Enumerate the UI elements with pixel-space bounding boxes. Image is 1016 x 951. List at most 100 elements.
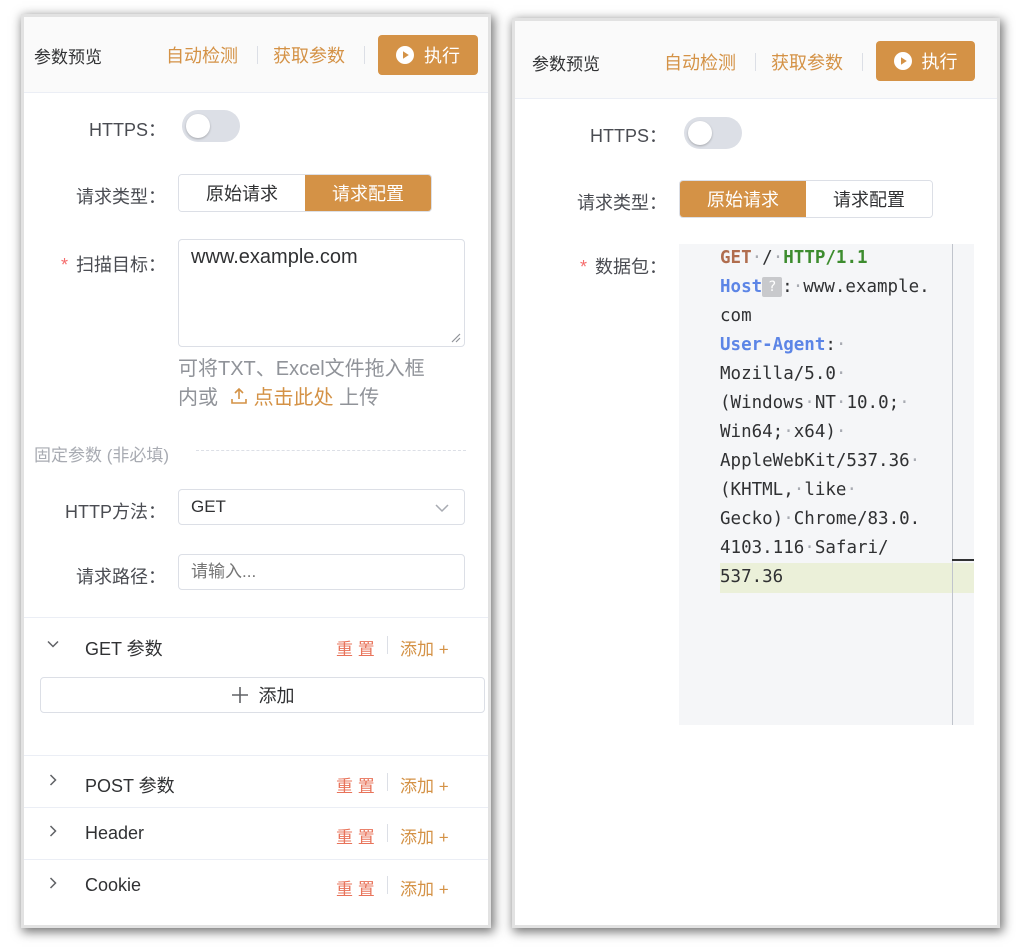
run-button-label: 执行 (921, 52, 958, 72)
panel-title: 参数预览 (34, 48, 102, 67)
https-toggle[interactable] (684, 117, 742, 149)
add-row-label: 添加 (258, 686, 295, 706)
header-divider (257, 46, 258, 64)
run-button[interactable]: 执行 (876, 41, 975, 81)
section-divider (387, 773, 388, 791)
code-method: GET (720, 248, 752, 268)
panel-header: 参数预览 自动检测 获取参数 执行 (24, 17, 488, 93)
fixed-params-divider-label: 固定参数 (非必填) (34, 446, 170, 465)
upload-hint-suffix: 上传 (339, 387, 380, 409)
panel-title: 参数预览 (532, 55, 600, 74)
code-ua-line: NT (814, 393, 836, 413)
chevron-right-icon[interactable] (46, 773, 60, 787)
code-ua-line: Win64; (720, 422, 784, 442)
required-asterisk: * (579, 257, 587, 277)
raw-request-option[interactable]: 原始请求 (179, 175, 305, 211)
upload-link[interactable]: 点击此处 (224, 387, 340, 409)
required-asterisk: * (60, 255, 68, 275)
get-params-section: GET 参数 重 置 添加 + 添加 (24, 617, 488, 757)
section-title: POST 参数 (85, 776, 175, 796)
https-label: HTTPS： (589, 126, 667, 146)
upload-hint-line-1: 可将TXT、Excel文件拖入框 (178, 358, 425, 380)
request-type-label: 请求类型： (577, 193, 667, 213)
post-params-section[interactable]: POST 参数 重 置 添加 + (24, 755, 488, 807)
add-button[interactable]: 添加 + (400, 772, 449, 797)
chevron-right-icon[interactable] (46, 876, 60, 890)
code-ua-key: User-Agent (720, 335, 826, 355)
section-title: GET 参数 (85, 639, 163, 659)
scan-target-value: www.example.com (191, 246, 358, 268)
editor-edge-line (952, 244, 953, 725)
http-method-select[interactable]: GET (178, 489, 465, 525)
reset-button[interactable]: 重 置 (336, 635, 375, 660)
code-ua-line: Gecko) (720, 509, 784, 529)
chevron-down-icon[interactable] (46, 637, 60, 651)
raw-packet-editor[interactable]: GET·/·HTTP/1.1 Host?:·www.example. com U… (679, 244, 974, 725)
auto-detect-link[interactable]: 自动检测 (664, 49, 736, 75)
scan-target-textarea[interactable]: www.example.com (178, 239, 465, 347)
plus-icon (231, 687, 248, 703)
code-ua-line: like (804, 480, 847, 500)
editor-cursor (952, 559, 974, 561)
raw-request-option[interactable]: 原始请求 (680, 181, 806, 217)
upload-hint: 可将TXT、Excel文件拖入框 内或 点击此处 上传 (178, 355, 478, 413)
get-params-link[interactable]: 获取参数 (273, 42, 345, 68)
chevron-down-icon (435, 504, 449, 513)
http-method-label: HTTP方法： (65, 502, 166, 522)
params-panel-config: 参数预览 自动检测 获取参数 执行 HTTPS： 请求类型： 原始请求 请求配置… (24, 17, 488, 925)
request-type-label: 请求类型： (76, 187, 166, 207)
toggle-knob (688, 121, 712, 145)
add-button[interactable]: 添加 + (400, 635, 449, 660)
https-toggle[interactable] (182, 110, 240, 142)
request-path-input[interactable] (178, 554, 465, 590)
code-ua-line: 4103.116 (720, 538, 805, 558)
toggle-knob (186, 114, 210, 138)
auto-detect-link[interactable]: 自动检测 (166, 42, 238, 68)
reset-button[interactable]: 重 置 (336, 772, 375, 797)
packet-label-text: 数据包： (595, 257, 667, 277)
reset-button[interactable]: 重 置 (336, 823, 375, 848)
header-divider (364, 46, 365, 64)
cookie-section[interactable]: Cookie 重 置 添加 + (24, 859, 488, 925)
code-ua-line: AppleWebKit/537.36 (720, 451, 910, 471)
section-title: Header (85, 823, 145, 843)
add-get-param-button[interactable]: 添加 (40, 677, 485, 713)
scan-target-label: * 扫描目标： (44, 251, 166, 277)
header-section[interactable]: Header 重 置 添加 + (24, 807, 488, 859)
https-label: HTTPS： (88, 120, 166, 140)
code-host-value: www.example. (803, 277, 930, 297)
chevron-right-icon[interactable] (46, 824, 60, 838)
reset-button[interactable]: 重 置 (336, 875, 375, 900)
section-title: Cookie (85, 875, 142, 895)
packet-label: * 数据包： (545, 253, 667, 279)
header-divider (755, 53, 756, 71)
add-button[interactable]: 添加 + (400, 823, 449, 848)
request-config-option[interactable]: 请求配置 (806, 181, 932, 217)
resize-handle-icon[interactable] (449, 331, 461, 343)
params-panel-raw: 参数预览 自动检测 获取参数 执行 HTTPS： 请求类型： 原始请求 请求配置… (515, 21, 997, 925)
run-button[interactable]: 执行 (378, 35, 478, 75)
request-config-option[interactable]: 请求配置 (305, 175, 431, 211)
section-divider (387, 876, 388, 894)
code-ua-line: (Windows (720, 393, 805, 413)
get-params-link[interactable]: 获取参数 (771, 49, 843, 75)
special-char-icon: ? (762, 277, 783, 297)
code-host-value-cont: com (720, 306, 752, 326)
request-type-selector: 原始请求 请求配置 (679, 180, 933, 218)
code-ua-line: 537.36 (720, 567, 784, 587)
upload-icon (230, 387, 247, 404)
section-divider (387, 824, 388, 842)
add-button[interactable]: 添加 + (400, 875, 449, 900)
request-type-selector: 原始请求 请求配置 (178, 174, 432, 212)
play-circle-icon (396, 46, 414, 64)
dashed-divider (196, 450, 466, 451)
code-ua-line: x64) (793, 422, 836, 442)
run-button-label: 执行 (424, 46, 460, 66)
scan-target-label-text: 扫描目标： (76, 255, 166, 275)
upload-hint-line-2: 内或 点击此处 上传 (178, 384, 478, 413)
play-circle-icon (893, 52, 912, 70)
request-path-label: 请求路径： (76, 567, 166, 587)
header-divider (862, 53, 863, 71)
code-ua-line: 10.0; (846, 393, 900, 413)
code-ua-line: Mozilla/5.0 (720, 364, 836, 384)
